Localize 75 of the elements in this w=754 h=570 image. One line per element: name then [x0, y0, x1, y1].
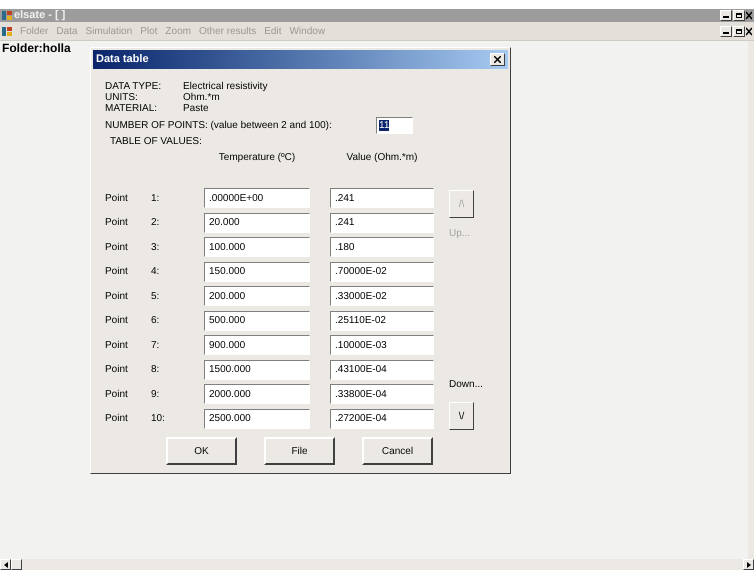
value-field[interactable]: .180: [330, 237, 434, 258]
point-label: Point: [105, 412, 129, 426]
app-icon: [2, 11, 12, 20]
info-label: UNITS:: [105, 92, 139, 103]
dialog-button[interactable]: OK: [166, 437, 237, 465]
info-value: Paste: [183, 103, 209, 114]
info-value: Ohm.*m: [183, 92, 220, 103]
point-label: Point: [105, 192, 129, 206]
value-field[interactable]: .33000E-02: [330, 286, 434, 306]
value-field[interactable]: .27200E-04: [330, 408, 434, 429]
point-label: Point: [105, 314, 129, 328]
restore-icon[interactable]: [733, 26, 745, 36]
app-icon: [2, 26, 12, 36]
temperature-field[interactable]: .00000E+00: [204, 188, 310, 208]
value-field[interactable]: .33800E-04: [330, 384, 434, 404]
info-value: Electrical resistivity: [183, 81, 268, 92]
dialog-button[interactable]: Cancel: [362, 437, 433, 465]
value-field[interactable]: .10000E-03: [330, 335, 434, 356]
column-header: Temperature (ºC): [218, 150, 296, 164]
value-field[interactable]: .241: [330, 212, 434, 233]
point-number: 10:: [151, 412, 166, 426]
point-number: 6:: [151, 314, 160, 328]
point-label: Point: [105, 265, 129, 280]
scroll-left-button[interactable]: [0, 559, 11, 570]
down-label: Down...: [449, 378, 484, 392]
close-icon[interactable]: [746, 26, 752, 36]
point-label: Point: [105, 290, 129, 304]
folder-label: Folder:holla: [1, 41, 71, 57]
info-label: MATERIAL:: [105, 103, 158, 114]
temperature-field[interactable]: 20.000: [204, 212, 310, 233]
minimize-icon[interactable]: [720, 10, 732, 21]
column-header: Value (Ohm.*m): [346, 150, 418, 164]
temperature-field[interactable]: 900.000: [204, 335, 310, 356]
scroll-thumb[interactable]: [11, 559, 22, 570]
point-number: 1:: [151, 192, 160, 206]
point-number: 2:: [151, 216, 160, 230]
point-number: 9:: [151, 388, 160, 402]
dialog-button[interactable]: File: [264, 437, 335, 465]
value-field[interactable]: .25110E-02: [330, 310, 434, 331]
temperature-field[interactable]: 150.000: [204, 262, 310, 282]
restore-icon[interactable]: [733, 10, 745, 21]
points-field[interactable]: 11: [376, 117, 413, 134]
info-label: DATA TYPE:: [105, 81, 162, 92]
value-field[interactable]: .43100E-04: [330, 360, 434, 380]
scroll-right-button[interactable]: [743, 559, 754, 570]
point-number: 4:: [151, 265, 160, 280]
point-number: 3:: [151, 240, 160, 255]
value-field[interactable]: .70000E-02: [330, 262, 434, 282]
dialog-title: Data table: [96, 52, 149, 68]
window-title: elsate - [ ]: [14, 10, 66, 21]
temperature-field[interactable]: 2000.000: [204, 384, 310, 404]
temperature-field[interactable]: 100.000: [204, 237, 310, 258]
down-button[interactable]: \/: [449, 402, 474, 430]
point-number: 7:: [151, 338, 160, 353]
temperature-field[interactable]: 2500.000: [204, 408, 310, 429]
point-label: Point: [105, 240, 129, 255]
minimize-icon[interactable]: [720, 26, 732, 36]
point-label: Point: [105, 216, 129, 230]
temperature-field[interactable]: 500.000: [204, 310, 310, 331]
point-number: 8:: [151, 363, 160, 378]
table-label: TABLE OF VALUES:: [109, 136, 203, 147]
points-label: NUMBER OF POINTS: (value between 2 and 100):: [105, 120, 333, 131]
point-label: Point: [105, 388, 129, 402]
right-arrow-icon: [746, 562, 750, 568]
temperature-field[interactable]: 1500.000: [204, 360, 310, 380]
up-label: Up...: [449, 227, 472, 241]
point-label: Point: [105, 363, 129, 378]
temperature-field[interactable]: 200.000: [204, 286, 310, 306]
close-icon[interactable]: [746, 10, 752, 21]
close-button[interactable]: [490, 53, 505, 66]
point-label: Point: [105, 338, 129, 353]
close-icon: [494, 56, 501, 63]
value-field[interactable]: .241: [330, 188, 434, 208]
point-number: 5:: [151, 290, 160, 304]
left-arrow-icon: [4, 562, 8, 568]
